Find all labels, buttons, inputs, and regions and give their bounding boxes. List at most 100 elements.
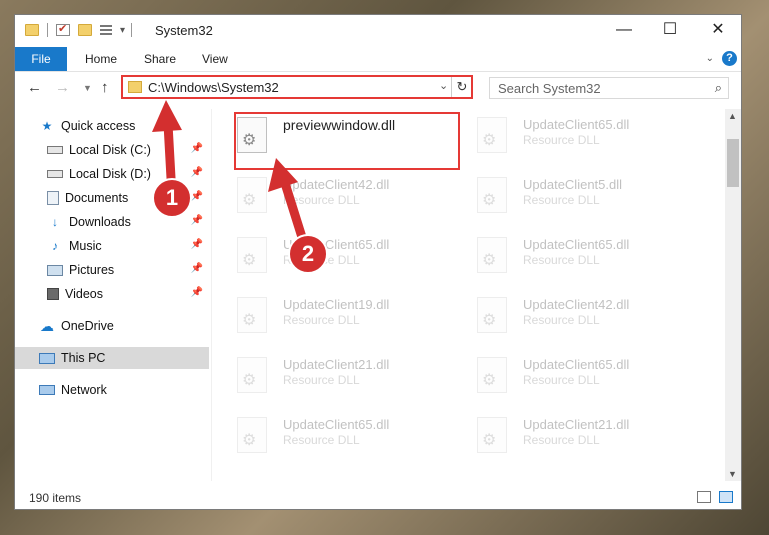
step1-badge: 1 [152,178,192,218]
file-type: Resource DLL [523,133,600,147]
cloud-icon: ☁ [40,318,54,334]
file-item[interactable]: ⚙ UpdateClient19.dll Resource DLL [225,289,445,341]
download-icon: ↓ [52,215,58,229]
large-icons-view-icon[interactable] [719,491,733,503]
dll-file-icon: ⚙ [477,117,507,153]
new-folder-icon[interactable] [78,24,92,36]
back-arrow-icon[interactable]: ← [27,79,42,96]
file-item[interactable]: ⚙ UpdateClient65.dll Resource DLL [465,229,685,281]
file-name: UpdateClient5.dll [523,177,623,192]
details-view-icon[interactable] [697,491,711,503]
sidebar-item-label: Documents [65,191,129,205]
file-item[interactable]: ⚙ UpdateClient65.dll Resource DLL [465,109,685,161]
tab-view[interactable]: View [202,47,228,71]
address-dropdown-chevron-icon[interactable]: ⌄ [439,79,448,92]
pin-icon: 📌 [190,167,203,178]
help-icon[interactable]: ? [722,51,737,66]
toolbar-separator [131,23,133,37]
sidebar-item-label: OneDrive [61,319,114,333]
file-item[interactable]: ⚙ UpdateClient65.dll Resource DLL [225,229,445,281]
recent-locations-chevron-icon[interactable]: ▼ [83,83,92,93]
file-name: UpdateClient21.dll [523,417,630,432]
videos-icon [47,288,59,300]
file-item[interactable]: ⚙ UpdateClient65.dll Resource DLL [225,409,445,461]
file-type: Resource DLL [283,373,360,387]
file-item[interactable]: ⚙ UpdateClient21.dll Resource DLL [225,349,445,401]
sidebar-item-label: Local Disk (D:) [69,167,151,181]
drive-icon [47,146,63,154]
file-type: Resource DLL [283,433,360,447]
tab-share[interactable]: Share [144,47,176,71]
search-box[interactable]: Search System32 ⌕ [489,77,729,99]
sidebar-item-onedrive[interactable]: ☁ OneDrive [15,315,209,337]
minimize-button[interactable]: — [601,15,647,45]
pin-icon: 📌 [190,191,203,202]
folder-icon[interactable] [25,24,39,36]
dll-file-icon: ⚙ [477,357,507,393]
sidebar-item-network[interactable]: Network [15,379,209,401]
expand-ribbon-chevron-icon[interactable]: ⌄ [706,53,714,64]
music-icon: ♪ [52,239,58,253]
quick-access-toolbar: ▾ [25,22,140,37]
tab-file[interactable]: File [15,47,67,71]
vertical-scrollbar[interactable]: ▲ ▼ [725,109,741,481]
dll-file-icon: ⚙ [477,177,507,213]
file-item[interactable]: ⚙ UpdateClient42.dll Resource DLL [465,289,685,341]
up-arrow-icon[interactable]: ↑ [101,79,109,96]
sidebar-item-videos[interactable]: Videos 📌 [15,283,209,305]
file-type: Resource DLL [523,433,600,447]
file-name: UpdateClient42.dll [283,177,390,192]
pin-icon: 📌 [190,239,203,250]
scroll-down-arrow-icon[interactable]: ▼ [728,469,737,479]
address-path[interactable]: C:\Windows\System32 [148,80,279,95]
sidebar-item-label: Quick access [61,119,136,133]
pane-divider [211,109,212,481]
search-input[interactable]: Search System32 [498,81,601,96]
file-item[interactable]: ⚙ UpdateClient42.dll Resource DLL [225,169,445,221]
ribbon-tabs: File Home Share View ⌄ ? [15,47,741,72]
file-item[interactable]: ⚙ UpdateClient5.dll Resource DLL [465,169,685,221]
scroll-up-arrow-icon[interactable]: ▲ [728,111,737,121]
file-type: Resource DLL [283,193,360,207]
sidebar-item-label: This PC [61,351,106,365]
file-item[interactable]: ⚙ UpdateClient21.dll Resource DLL [465,409,685,461]
sidebar-item-music[interactable]: ♪ Music 📌 [15,235,209,257]
sidebar-item-local-disk-c[interactable]: Local Disk (C:) 📌 [15,139,209,161]
ribbon-controls: ⌄ ? [706,51,737,66]
pin-icon: 📌 [190,287,203,298]
documents-icon [47,191,59,205]
computer-icon [39,352,55,364]
navigation-pane: ★ Quick access Local Disk (C:) 📌 Local D… [15,109,209,481]
forward-arrow-icon[interactable]: → [55,79,70,96]
search-icon[interactable]: ⌕ [715,80,722,96]
sidebar-item-label: Local Disk (C:) [69,143,151,157]
scrollbar-thumb[interactable] [727,139,739,187]
customize-chevron-icon[interactable]: ▾ [120,25,125,36]
sidebar-item-this-pc[interactable]: This PC [15,347,209,369]
tab-home[interactable]: Home [85,47,117,71]
navigation-bar: ← → ▼ ↑ C:\Windows\System32 ⌄ ↻ Search S… [15,73,741,103]
pictures-icon [47,264,63,276]
file-name: UpdateClient65.dll [523,237,630,252]
sidebar-item-pictures[interactable]: Pictures 📌 [15,259,209,281]
sidebar-item-label: Music [69,239,102,253]
close-button[interactable]: ✕ [695,15,741,45]
address-bar[interactable]: C:\Windows\System32 ⌄ ↻ [121,75,473,99]
file-name: UpdateClient65.dll [523,117,630,132]
title-bar: ▾ System32 — ☐ ✕ [15,15,741,47]
file-item[interactable]: ⚙ UpdateClient65.dll Resource DLL [465,349,685,401]
toolbar-separator [47,23,48,37]
sidebar-item-quick-access[interactable]: ★ Quick access [15,115,209,137]
refresh-button[interactable]: ↻ [451,77,472,97]
rename-icon[interactable] [100,25,112,35]
window-title: System32 [155,23,213,38]
file-name: UpdateClient65.dll [523,357,630,372]
star-icon: ★ [41,119,53,133]
pin-icon: 📌 [190,263,203,274]
dll-file-icon: ⚙ [237,177,267,213]
file-type: Resource DLL [523,253,600,267]
maximize-button[interactable]: ☐ [647,15,693,45]
status-bar: 190 items [15,487,741,509]
dll-file-icon: ⚙ [237,357,267,393]
properties-check-icon[interactable] [56,22,70,36]
